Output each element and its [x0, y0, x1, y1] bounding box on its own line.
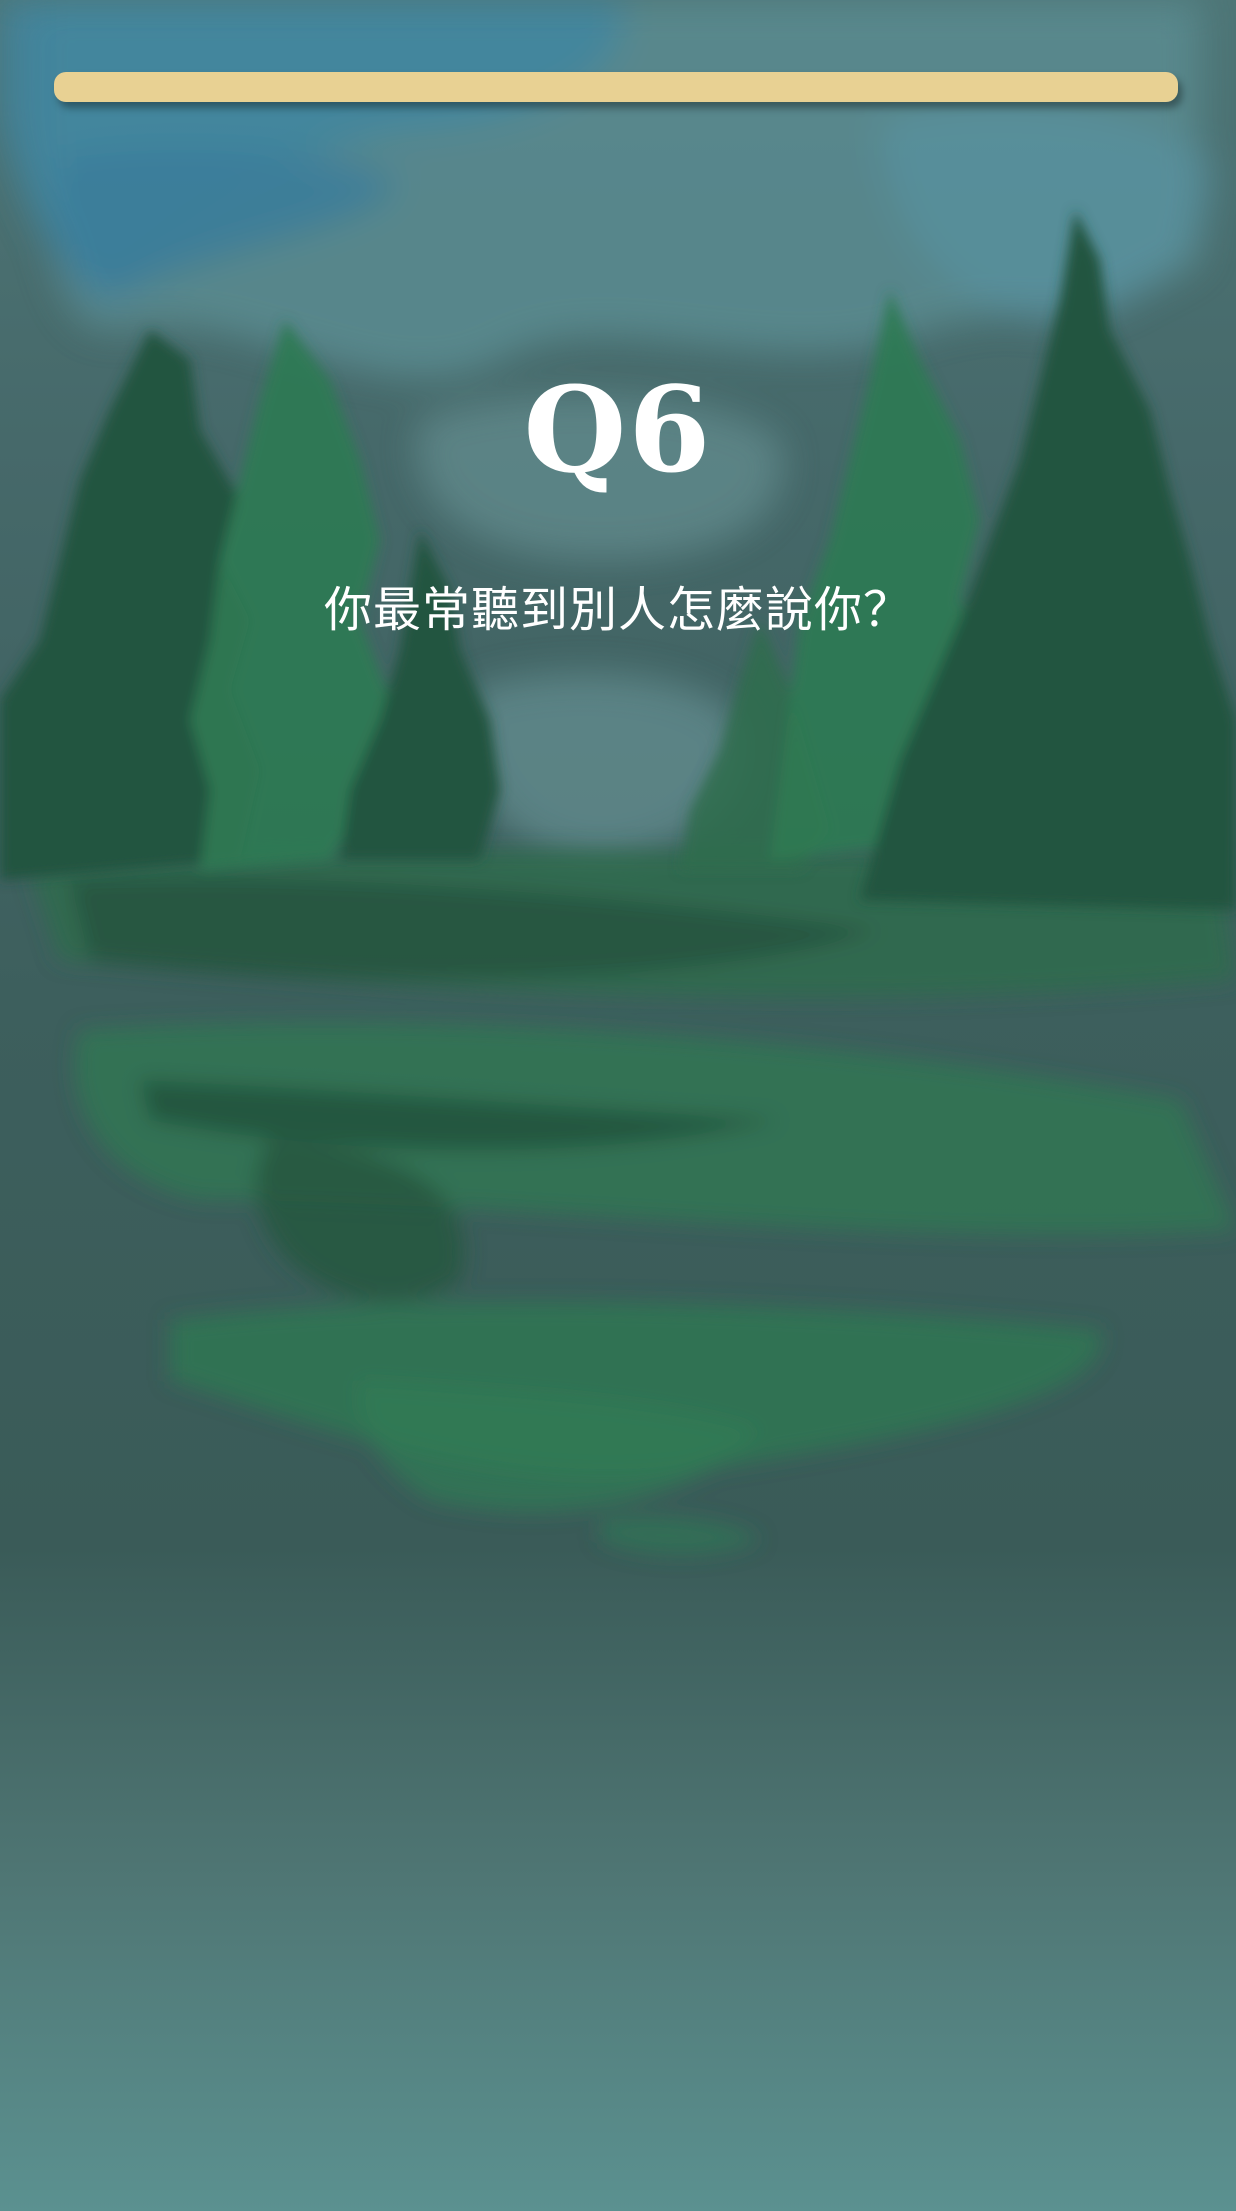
quiz-progress-bar — [54, 72, 1178, 102]
quiz-screen: Q6 你最常聽到別人怎麼說你？ — [0, 0, 1236, 2211]
forest-background-illustration — [0, 0, 1236, 1555]
progress-bar-fill — [54, 72, 1178, 102]
question-text: 你最常聽到別人怎麼說你？ — [323, 582, 912, 638]
question-number: Q6 — [523, 360, 713, 499]
